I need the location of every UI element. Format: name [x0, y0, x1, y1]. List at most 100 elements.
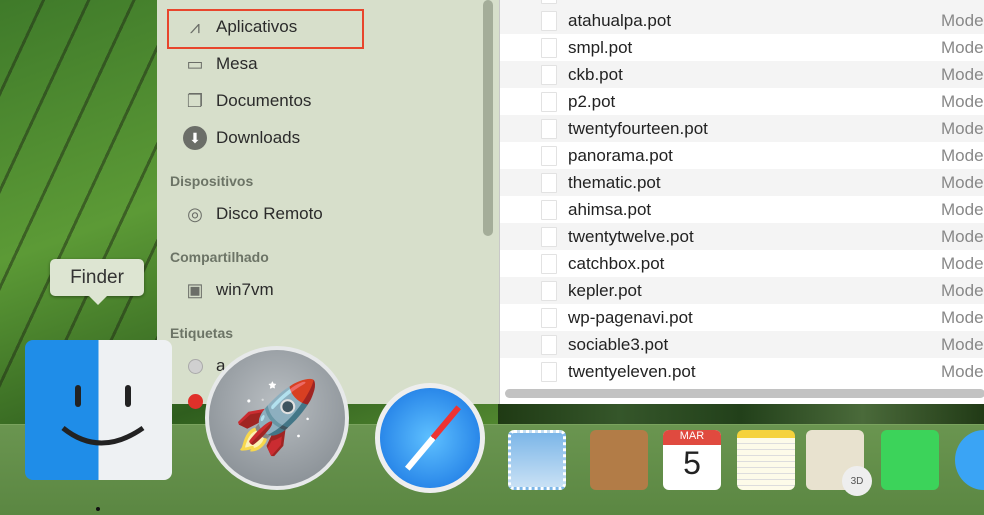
file-kind: Mode: [941, 280, 984, 300]
disc-icon: ◎: [187, 203, 203, 224]
file-icon: [541, 227, 557, 247]
downloads-icon: ⬇: [183, 126, 207, 150]
dock-finder-icon[interactable]: [25, 340, 172, 480]
dock-facetime-icon[interactable]: [881, 430, 939, 490]
file-name: kepler.pot: [568, 280, 642, 300]
dock-contacts-icon[interactable]: [590, 430, 648, 490]
dock-safari-icon[interactable]: [375, 383, 485, 493]
file-row[interactable]: twentyfourteen.pot Mode: [500, 115, 984, 142]
file-kind: Mode: [941, 118, 984, 138]
sidebar-item-label: Aplicativos: [216, 17, 298, 36]
file-icon: [541, 308, 557, 328]
dock-launchpad-icon[interactable]: 🚀: [205, 346, 349, 490]
file-kind: Mode: [941, 91, 984, 111]
tags-header: Etiquetas: [170, 325, 234, 341]
sidebar-item-documentos[interactable]: ❐ Documentos: [183, 88, 312, 114]
file-row[interactable]: smpl.pot Mode: [500, 34, 984, 61]
file-row[interactable]: catchbox.pot Mode: [500, 250, 984, 277]
desktop-icon: ▭: [186, 53, 204, 74]
finder-sidebar: ⩘ Aplicativos ▭ Mesa ❐ Documentos ⬇ Download…: [157, 0, 499, 409]
file-icon: [541, 362, 557, 382]
running-indicator: [96, 507, 100, 511]
file-row[interactable]: atahualpa.pot Mode: [500, 7, 984, 34]
file-name: wp-pagenavi.pot: [568, 307, 693, 327]
sidebar-scrollbar[interactable]: [483, 0, 493, 236]
file-row[interactable]: twentytwelve.pot Mode: [500, 223, 984, 250]
sidebar-item-downloads[interactable]: ⬇ Downloads: [183, 125, 300, 151]
file-icon: [541, 38, 557, 58]
file-kind: Mode: [941, 172, 984, 192]
devices-header: Dispositivos: [170, 173, 254, 189]
file-name: ckb.pot: [568, 64, 623, 84]
compass-icon: [404, 405, 462, 471]
sidebar-item-disco-remoto[interactable]: ◎ Disco Remoto: [183, 201, 323, 227]
dock-maps-icon[interactable]: 3D: [806, 430, 872, 496]
file-kind: Mode: [941, 10, 984, 30]
file-name: twentytwelve.pot: [568, 226, 694, 246]
file-kind: Mode: [941, 307, 984, 327]
file-kind: Mode: [941, 334, 984, 354]
file-kind: Mode: [941, 64, 984, 84]
file-name: catchbox.pot: [568, 253, 665, 273]
file-kind: Mode: [941, 145, 984, 165]
tag-gray-icon: [183, 354, 207, 378]
sidebar-item-aplicativos[interactable]: ⩘ Aplicativos: [183, 14, 297, 40]
file-name: ahimsa.pot: [568, 199, 652, 219]
rocket-icon: 🚀: [233, 378, 321, 456]
file-row[interactable]: panorama.pot Mode: [500, 142, 984, 169]
file-row[interactable]: ckb.pot Mode: [500, 61, 984, 88]
finder-face-icon: [61, 385, 145, 446]
file-icon: [541, 119, 557, 139]
file-name: sociable3.pot: [568, 334, 669, 354]
file-kind: Mode: [941, 226, 984, 246]
calendar-day: 5: [683, 445, 701, 481]
file-kind: Mode: [941, 37, 984, 57]
file-row[interactable]: sociable3.pot Mode: [500, 331, 984, 358]
file-kind: Mode: [941, 199, 984, 219]
file-icon: [541, 92, 557, 112]
file-icon: [541, 65, 557, 85]
file-icon: [541, 11, 557, 31]
file-kind: Mode: [941, 361, 984, 381]
sidebar-item-mesa[interactable]: ▭ Mesa: [183, 51, 258, 77]
file-row-partial[interactable]: [500, 0, 984, 7]
tag-red-icon: [183, 389, 207, 413]
shared-header: Compartilhado: [170, 249, 269, 265]
file-icon: [541, 146, 557, 166]
monitor-icon: ▣: [186, 279, 204, 300]
sidebar-item-label: Documentos: [216, 91, 312, 110]
file-list: atahualpa.pot Mode smpl.pot Mode ckb.pot Mode…: [499, 0, 984, 404]
dock-calendar-icon[interactable]: MAR 5: [663, 430, 721, 490]
file-name: panorama.pot: [568, 145, 673, 165]
desktop-wallpaper-strip: [498, 404, 984, 426]
sidebar-item-label: Disco Remoto: [216, 204, 323, 223]
file-row[interactable]: thematic.pot Mode: [500, 169, 984, 196]
horizontal-scrollbar[interactable]: [505, 389, 984, 398]
file-name: atahualpa.pot: [568, 10, 672, 30]
file-icon: [541, 0, 557, 4]
file-icon: [541, 281, 557, 301]
calendar-month: MAR: [663, 430, 721, 445]
file-name: twentyeleven.pot: [568, 361, 696, 381]
applications-icon: ⩘: [189, 16, 201, 37]
sidebar-item-label: Mesa: [216, 54, 258, 73]
file-row[interactable]: wp-pagenavi.pot Mode: [500, 304, 984, 331]
file-row[interactable]: p2.pot Mode: [500, 88, 984, 115]
file-row[interactable]: ahimsa.pot Mode: [500, 196, 984, 223]
file-name: p2.pot: [568, 91, 616, 111]
file-icon: [541, 254, 557, 274]
sidebar-item-win7vm[interactable]: ▣ win7vm: [183, 277, 274, 303]
file-icon: [541, 335, 557, 355]
file-row[interactable]: twentyeleven.pot Mode: [500, 358, 984, 385]
file-name: smpl.pot: [568, 37, 633, 57]
file-name: thematic.pot: [568, 172, 661, 192]
sidebar-item-label: Downloads: [216, 128, 301, 147]
file-name: twentyfourteen.pot: [568, 118, 708, 138]
sidebar-item-label: win7vm: [216, 280, 274, 299]
file-icon: [541, 173, 557, 193]
dock-tooltip: Finder: [50, 259, 144, 305]
file-row[interactable]: kepler.pot Mode: [500, 277, 984, 304]
dock-mail-icon[interactable]: [508, 430, 566, 490]
dock-notes-icon[interactable]: [737, 430, 795, 490]
documents-icon: ❐: [186, 90, 204, 111]
